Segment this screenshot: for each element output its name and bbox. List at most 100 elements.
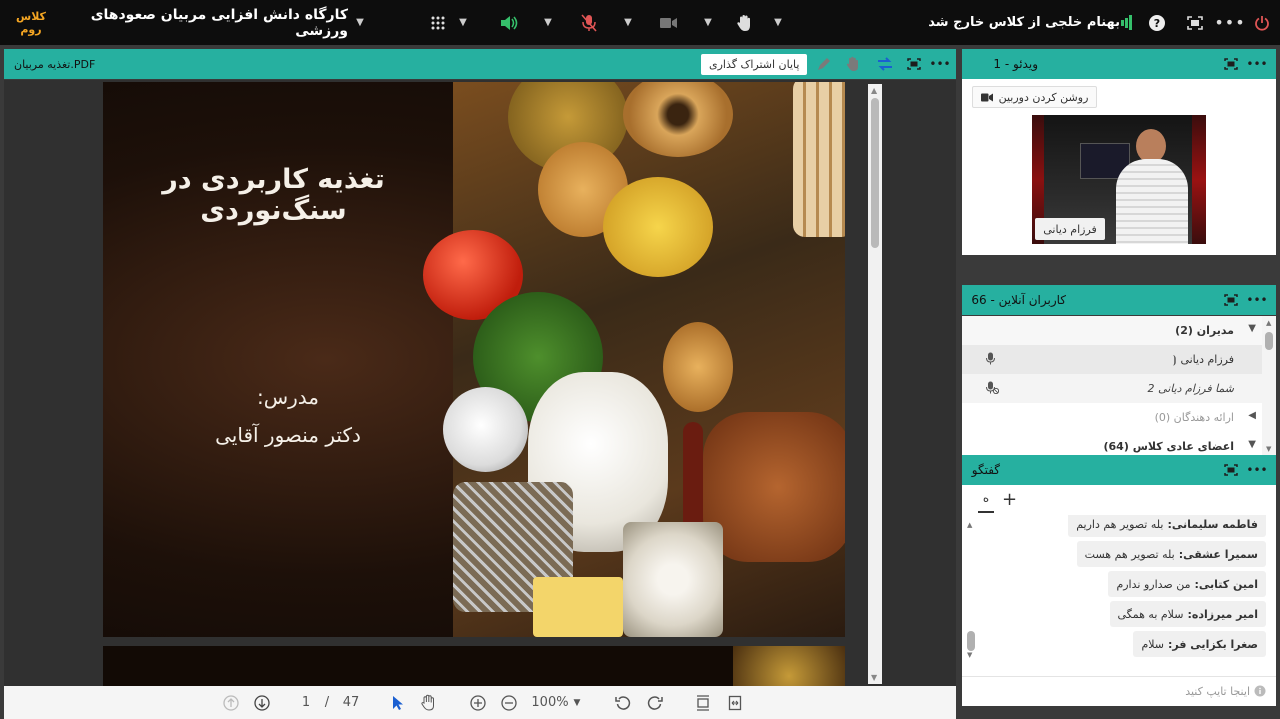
logo-line-1: كلاس	[16, 9, 46, 23]
hand-chevron-down-icon[interactable]: ▼	[770, 0, 786, 45]
select-pointer-icon[interactable]	[388, 686, 408, 719]
info-icon	[1254, 685, 1266, 700]
add-tab-icon[interactable]: +	[1002, 489, 1017, 510]
zoom-out-icon[interactable]	[498, 686, 520, 719]
speaking-icon: ⦗	[1172, 352, 1177, 366]
video-panel-more-icon[interactable]: •••	[1246, 49, 1268, 79]
food-photo	[423, 82, 845, 637]
pen-icon[interactable]	[813, 49, 835, 79]
camera-small-icon	[980, 93, 993, 101]
pan-hand-icon[interactable]	[418, 686, 440, 719]
chat-scrollbar[interactable]: ▲ ▼	[966, 521, 976, 659]
slide-teacher-label: مدرس:	[256, 385, 320, 409]
chat-message: فاطمه سلیمانی: بله تصویر هم داریم	[1068, 515, 1266, 537]
chat-panel-title: گفتگو	[971, 463, 1000, 477]
chat-message: سمیرا عشقی: بله تصویر هم هست	[1076, 541, 1266, 567]
svg-text:?: ?	[1154, 17, 1160, 30]
chat-panel-header: گفتگو •••	[962, 455, 1276, 485]
chevron-down-icon: ▼	[1248, 439, 1256, 450]
top-bar: كلاس روم ▼ کارگاه دانش افزایی مربیان صعو…	[0, 0, 1280, 45]
chat-input[interactable]: اینجا تایپ کنید	[962, 676, 1276, 706]
document-scrollbar[interactable]: ▲ ▼	[868, 84, 882, 684]
fullscreen-icon[interactable]	[1184, 0, 1206, 45]
users-panel-fullscreen-icon[interactable]	[1220, 285, 1242, 315]
hand-pointer-icon[interactable]	[842, 49, 864, 79]
slide-title: تغذیه کاربردی در سنگ‌نوردی	[162, 164, 385, 226]
speaker-icon[interactable]	[498, 0, 520, 45]
document-panel-header: تغذیه مربیان.PDF پایان اشتراک گذاری •••	[4, 49, 956, 79]
chat-message: امین کتابی: من صدارو ندارم	[1108, 571, 1266, 597]
chat-panel-fullscreen-icon[interactable]	[1220, 455, 1242, 485]
sync-arrows-icon[interactable]	[874, 49, 896, 79]
group-admins-label: مدیران (2)	[1175, 324, 1234, 337]
zoom-in-icon[interactable]	[467, 686, 489, 719]
signal-icon	[1118, 0, 1134, 45]
fit-page-icon[interactable]	[692, 686, 714, 719]
mic-muted-icon[interactable]	[578, 0, 600, 45]
message-text: سلام به همگی	[1117, 607, 1184, 621]
speaker-chevron-down-icon[interactable]: ▼	[540, 0, 556, 45]
page-down-icon[interactable]	[251, 686, 273, 719]
mic-chevron-down-icon[interactable]: ▼	[620, 0, 636, 45]
fit-width-icon[interactable]	[724, 686, 746, 719]
video-panel-fullscreen-icon[interactable]	[1220, 49, 1242, 79]
users-panel-more-icon[interactable]: •••	[1246, 285, 1268, 315]
rotate-right-icon[interactable]	[644, 686, 666, 719]
help-icon[interactable]: ?	[1146, 0, 1168, 45]
raise-hand-icon[interactable]	[734, 0, 756, 45]
app-logo: كلاس روم	[8, 0, 54, 45]
slide-page-2	[103, 646, 845, 686]
slide-teacher-name: دکتر منصور آقایی	[215, 423, 361, 447]
end-share-button[interactable]: پایان اشتراک گذاری	[701, 54, 808, 75]
list-item-admin-1[interactable]: فرزام دیانی ⦗	[962, 345, 1262, 374]
message-text: بله تصویر هم هست	[1084, 547, 1175, 561]
chat-scrollbar-thumb[interactable]	[967, 631, 975, 651]
group-presenters-label: ارائه دهندگان (0)	[1154, 411, 1234, 424]
room-title: کارگاه دانش افزایی مربیان صعودهای ورزشی	[90, 6, 348, 39]
admin-1-name: فرزام دیانی	[1180, 353, 1234, 366]
chevron-left-icon: ◀	[1248, 410, 1256, 421]
mic-icon[interactable]	[986, 352, 995, 368]
panel-fullscreen-icon[interactable]	[903, 49, 925, 79]
message-text: من صدارو ندارم	[1116, 577, 1191, 591]
list-item-admin-2[interactable]: شما فرزام دیانی 2	[962, 374, 1262, 403]
chat-input-placeholder: اینجا تایپ کنید	[1185, 685, 1250, 698]
document-scrollbar-thumb[interactable]	[871, 98, 879, 248]
chevron-down-icon: ▼	[1248, 323, 1256, 334]
speaker-name-tag: فرزام دیانی	[1035, 218, 1105, 240]
group-admins[interactable]: ▼ مدیران (2)	[962, 316, 1262, 345]
users-scrollbar[interactable]: ▲ ▼	[1262, 316, 1276, 456]
group-members-label: اعضای عادی کلاس (64)	[1103, 440, 1235, 453]
rotate-left-icon[interactable]	[612, 686, 634, 719]
panel-more-icon[interactable]: •••	[929, 49, 951, 79]
camera-chevron-down-icon[interactable]: ▼	[700, 0, 716, 45]
chat-panel-more-icon[interactable]: •••	[1246, 455, 1268, 485]
page-separator: /	[324, 695, 330, 710]
slide-teacher: مدرس: دکتر منصور آقایی	[163, 378, 413, 454]
document-viewer[interactable]: تغذیه کاربردی در سنگ‌نوردی مدرس: دکتر من…	[4, 80, 956, 686]
current-page-input[interactable]: 1	[294, 686, 318, 719]
zoom-level[interactable]: 100%	[530, 686, 570, 719]
chat-message: امیر میرزاده: سلام به همگی	[1109, 601, 1266, 627]
more-icon[interactable]: •••	[1214, 0, 1244, 45]
message-text: بله تصویر هم داریم	[1076, 517, 1164, 531]
chat-tab[interactable]: ه	[978, 491, 994, 513]
grid-icon[interactable]	[427, 0, 449, 45]
document-toolbar: 1 / 47 100% ▼	[4, 686, 956, 719]
message-text: سلام	[1141, 637, 1165, 651]
admin-2-name: شما فرزام دیانی 2	[1147, 382, 1234, 395]
power-icon[interactable]	[1251, 0, 1273, 45]
room-menu-chevron-icon[interactable]: ▼	[350, 0, 370, 45]
layout-chevron-down-icon[interactable]: ▼	[455, 0, 471, 45]
chat-tabs: ه +	[962, 485, 1276, 515]
mic-muted-small-icon[interactable]	[986, 381, 1000, 397]
page-up-icon[interactable]	[220, 686, 242, 719]
slide-page-1: تغذیه کاربردی در سنگ‌نوردی مدرس: دکتر من…	[103, 82, 845, 637]
camera-icon[interactable]	[658, 0, 680, 45]
users-panel-title: کاربران آنلاین - 66	[971, 293, 1066, 307]
group-presenters[interactable]: ◀ ارائه دهندگان (0)	[962, 403, 1262, 432]
zoom-chevron-down-icon[interactable]: ▼	[570, 686, 584, 719]
users-scrollbar-thumb[interactable]	[1265, 332, 1273, 350]
turn-on-camera-button[interactable]: روشن کردن دوربین	[972, 86, 1097, 108]
status-message: بهنام خلجی از کلاس خارج شد	[928, 15, 1120, 30]
